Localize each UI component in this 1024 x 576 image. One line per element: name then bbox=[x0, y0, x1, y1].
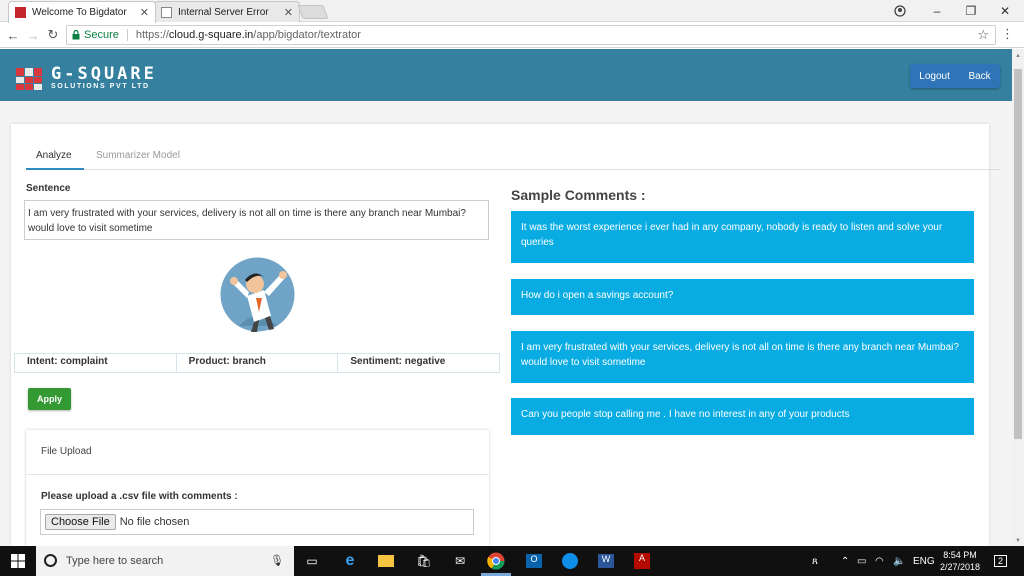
close-tab-icon[interactable]: ✕ bbox=[140, 6, 149, 19]
browser-tab-title: Welcome To Bigdator bbox=[32, 7, 127, 18]
file-explorer-icon[interactable] bbox=[376, 551, 396, 571]
sample-comment[interactable]: Can you people stop calling me . I have … bbox=[511, 398, 974, 435]
scroll-up-icon[interactable]: ▲ bbox=[1015, 53, 1021, 59]
apply-button[interactable]: Apply bbox=[28, 388, 71, 410]
windows-start-icon[interactable] bbox=[0, 546, 36, 576]
scroll-thumb[interactable] bbox=[1014, 69, 1022, 439]
choose-file-button[interactable]: Choose File bbox=[45, 514, 116, 530]
address-bar[interactable]: Secure https://cloud.g-square.in/app/big… bbox=[66, 25, 996, 45]
system-clock[interactable]: 8:54 PM 2/27/2018 bbox=[935, 549, 985, 573]
acrobat-icon[interactable]: A bbox=[632, 551, 652, 571]
browser-tab-strip: Welcome To Bigdator ✕ Internal Server Er… bbox=[0, 0, 1024, 23]
battery-icon[interactable]: ▭ bbox=[857, 546, 866, 576]
product-result: Product: branch bbox=[175, 353, 338, 373]
clock-time: 8:54 PM bbox=[943, 550, 977, 560]
search-placeholder: Type here to search bbox=[66, 555, 164, 567]
sentence-label: Sentence bbox=[26, 183, 71, 194]
analysis-results: Intent: complaint Product: branch Sentim… bbox=[14, 353, 501, 373]
logo-title: G-SQUARE bbox=[51, 64, 157, 84]
header-button-group: Logout Back bbox=[910, 64, 1000, 88]
intent-result: Intent: complaint bbox=[14, 353, 176, 373]
browser-toolbar: ← → ↻ Secure https://cloud.g-square.in/a… bbox=[0, 22, 1024, 48]
chevron-up-icon[interactable]: ⌃ bbox=[841, 546, 849, 576]
browser-tab-error[interactable]: Internal Server Error ✕ bbox=[154, 1, 300, 22]
browser-tab-bigdator[interactable]: Welcome To Bigdator ✕ bbox=[8, 1, 156, 23]
restore-icon[interactable]: ❐ bbox=[954, 0, 988, 22]
notification-center-icon[interactable]: 2 bbox=[994, 546, 1008, 576]
sample-comment[interactable]: It was the worst experience i ever had i… bbox=[511, 211, 974, 263]
word-icon[interactable]: W bbox=[596, 551, 616, 571]
close-window-icon[interactable]: ✕ bbox=[988, 0, 1022, 22]
logo-subtitle: SOLUTIONS PVT LTD bbox=[51, 83, 150, 90]
windows-taskbar: Type here to search 🎙 ▭ e 🛍 ✉ O W A ጸ ⌃ … bbox=[0, 546, 1024, 576]
file-input[interactable]: Choose File No file chosen bbox=[40, 509, 474, 535]
secure-indicator[interactable]: Secure bbox=[72, 29, 128, 41]
bookmark-star-icon[interactable]: ☆ bbox=[977, 27, 989, 43]
chrome-icon[interactable] bbox=[486, 551, 506, 571]
file-status: No file chosen bbox=[119, 516, 190, 528]
divider bbox=[26, 474, 489, 475]
gsquare-logo-icon bbox=[16, 68, 42, 90]
notification-count: 2 bbox=[994, 555, 1008, 567]
mail-icon[interactable]: ✉ bbox=[450, 551, 470, 571]
sentence-input[interactable]: I am very frustrated with your services,… bbox=[24, 200, 489, 240]
lock-icon bbox=[72, 30, 80, 40]
sample-comment[interactable]: How do i open a savings account? bbox=[511, 279, 974, 315]
profile-icon[interactable] bbox=[883, 0, 917, 22]
tab-summarizer-model[interactable]: Summarizer Model bbox=[96, 150, 180, 161]
url-text: https://cloud.g-square.in/app/bigdator/t… bbox=[135, 29, 361, 41]
logout-button[interactable]: Logout bbox=[919, 71, 950, 82]
language-indicator[interactable]: ENG bbox=[913, 546, 935, 576]
people-icon[interactable]: ጸ bbox=[812, 546, 818, 576]
reload-icon[interactable]: ↻ bbox=[44, 26, 62, 44]
clock-date: 2/27/2018 bbox=[939, 562, 981, 572]
upload-instructions: Please upload a .csv file with comments … bbox=[41, 491, 238, 502]
menu-kebab-icon[interactable]: ⋮ bbox=[1001, 26, 1014, 42]
teamviewer-icon[interactable] bbox=[560, 551, 580, 571]
wifi-icon[interactable]: ◠ bbox=[875, 546, 884, 576]
page-scrollbar[interactable]: ▲ ▼ bbox=[1012, 49, 1024, 546]
company-logo[interactable]: G-SQUARE SOLUTIONS PVT LTD bbox=[51, 66, 157, 91]
microphone-icon[interactable]: 🎙 bbox=[270, 554, 284, 567]
new-tab-button[interactable] bbox=[297, 5, 329, 19]
scroll-down-icon[interactable]: ▼ bbox=[1015, 538, 1021, 544]
browser-tab-title: Internal Server Error bbox=[178, 6, 269, 18]
secure-label: Secure bbox=[84, 29, 119, 41]
forward-arrow-icon[interactable]: → bbox=[24, 26, 42, 44]
store-icon[interactable]: 🛍 bbox=[414, 551, 434, 571]
close-tab-icon[interactable]: ✕ bbox=[284, 6, 293, 19]
task-view-icon[interactable]: ▭ bbox=[302, 551, 322, 571]
active-tab-indicator bbox=[26, 168, 84, 170]
tab-analyze[interactable]: Analyze bbox=[36, 150, 72, 161]
sample-comment[interactable]: I am very frustrated with your services,… bbox=[511, 331, 974, 383]
page-tabs: Analyze Summarizer Model bbox=[26, 142, 1001, 170]
edge-browser-icon[interactable]: e bbox=[340, 551, 360, 571]
volume-icon[interactable]: 🔈 bbox=[893, 546, 905, 576]
gsquare-favicon-icon bbox=[15, 7, 26, 18]
taskbar-search-input[interactable]: Type here to search 🎙 bbox=[36, 546, 294, 576]
minimize-icon[interactable]: – bbox=[920, 0, 954, 22]
file-upload-title: File Upload bbox=[41, 446, 92, 457]
back-arrow-icon[interactable]: ← bbox=[4, 26, 22, 44]
cortana-icon bbox=[44, 554, 57, 567]
frustrated-person-icon bbox=[220, 257, 295, 332]
back-button[interactable]: Back bbox=[968, 71, 990, 82]
file-upload-panel: File Upload Please upload a .csv file wi… bbox=[26, 430, 489, 546]
sample-comments-title: Sample Comments : bbox=[511, 187, 646, 203]
page-icon bbox=[161, 6, 172, 18]
sentiment-result: Sentiment: negative bbox=[337, 353, 501, 373]
outlook-icon[interactable]: O bbox=[524, 551, 544, 571]
